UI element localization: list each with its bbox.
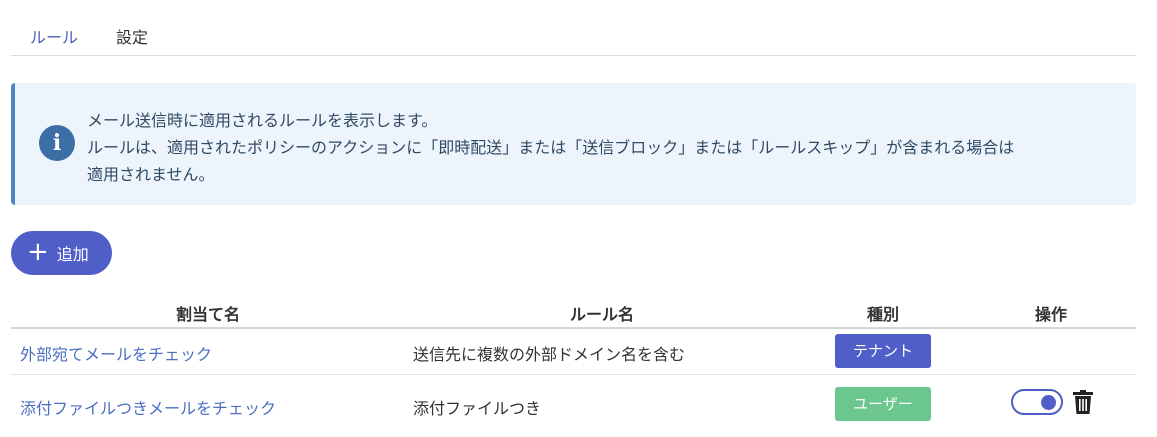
toggle-knob bbox=[1041, 395, 1056, 410]
tab-rules[interactable]: ルール bbox=[30, 24, 78, 48]
enable-toggle[interactable] bbox=[1011, 389, 1063, 415]
add-button-label: 追加 bbox=[56, 245, 89, 264]
rule-name: 添付ファイルつき bbox=[413, 399, 542, 418]
tab-bar: ルール 設定 bbox=[11, 20, 1136, 56]
info-line-3: 適用されません。 bbox=[87, 165, 215, 184]
rules-table: 割当て名 ルール名 種別 操作 外部宛てメールをチェック 送信先に複数の外部ドメ… bbox=[11, 292, 1136, 435]
table-row: 添付ファイルつきメールをチェック 添付ファイルつき ユーザー bbox=[11, 375, 1136, 435]
trash-icon[interactable] bbox=[1073, 390, 1093, 414]
type-badge: ユーザー bbox=[835, 387, 931, 421]
table-header: 割当て名 ルール名 種別 操作 bbox=[11, 292, 1136, 329]
header-rule-name: ルール名 bbox=[569, 305, 635, 324]
assignment-link[interactable]: 添付ファイルつきメールをチェック bbox=[20, 395, 276, 419]
type-badge: テナント bbox=[835, 334, 931, 368]
assignment-link[interactable]: 外部宛てメールをチェック bbox=[20, 341, 212, 365]
plus-icon: + bbox=[27, 236, 49, 267]
header-type: 種別 bbox=[866, 305, 900, 324]
info-banner: i メール送信時に適用されるルールを表示します。 ルールは、適用されたポリシーの… bbox=[11, 83, 1136, 205]
add-button[interactable]: + 追加 bbox=[11, 231, 112, 275]
table-row: 外部宛てメールをチェック 送信先に複数の外部ドメイン名を含む テナント bbox=[11, 329, 1136, 375]
header-assignment: 割当て名 bbox=[175, 305, 241, 324]
rule-name: 送信先に複数の外部ドメイン名を含む bbox=[413, 345, 686, 364]
info-line-1: メール送信時に適用されるルールを表示します。 bbox=[87, 111, 438, 130]
info-text: メール送信時に適用されるルールを表示します。 ルールは、適用されたポリシーのアク… bbox=[87, 107, 1014, 188]
header-actions: 操作 bbox=[1034, 305, 1068, 324]
info-line-2: ルールは、適用されたポリシーのアクションに「即時配送」または「送信ブロック」また… bbox=[87, 138, 1015, 157]
info-icon: i bbox=[39, 125, 75, 161]
tab-settings[interactable]: 設定 bbox=[116, 24, 148, 48]
